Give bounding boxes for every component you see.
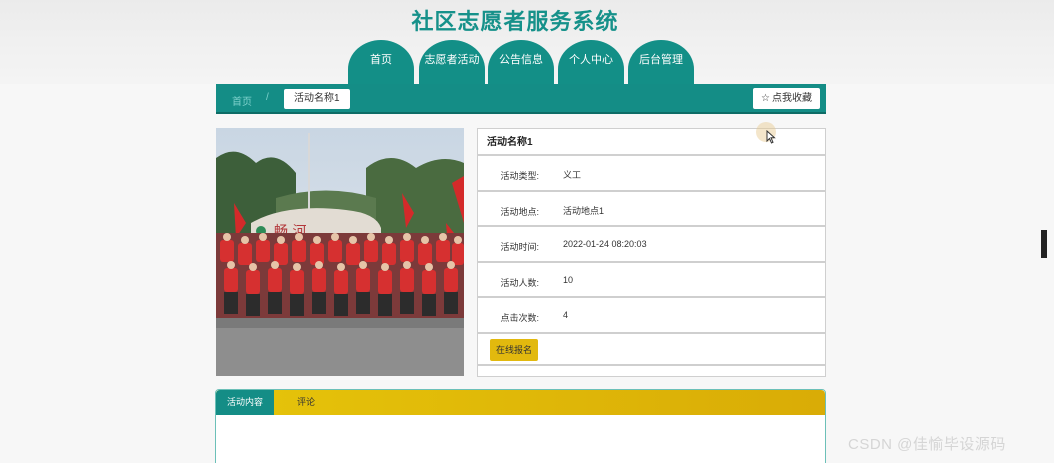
nav-item-announcements[interactable]: 公告信息 xyxy=(488,40,554,84)
favorite-button-label: 点我收藏 xyxy=(772,93,812,104)
breadcrumb-home-link[interactable]: 首页 xyxy=(232,93,252,108)
detail-label: 活动类型: xyxy=(500,171,539,181)
signup-row: 在线报名 xyxy=(478,334,825,366)
detail-row-location: 活动地点: 活动地点1 xyxy=(478,192,825,227)
main-nav: 首页 志愿者活动 公告信息 个人中心 后台管理 xyxy=(0,40,1054,84)
detail-value: 活动地点1 xyxy=(563,205,605,216)
favorite-button[interactable]: ☆ 点我收藏 xyxy=(753,88,820,109)
volunteer-group-photo: 畅 河 xyxy=(216,128,464,376)
detail-label: 活动时间: xyxy=(500,242,539,252)
breadcrumb-separator: / xyxy=(266,92,269,103)
watermark-text: CSDN @佳愉毕设源码 xyxy=(848,436,1006,453)
detail-value: 义工 xyxy=(563,170,582,180)
detail-label: 点击次数: xyxy=(500,313,539,323)
detail-row-time: 活动时间: 2022-01-24 08:20:03 xyxy=(478,227,825,263)
scrollbar-thumb[interactable] xyxy=(1041,230,1047,258)
site-header: 社区志愿者服务系统 首页 志愿者活动 公告信息 个人中心 后台管理 xyxy=(0,0,1054,84)
detail-row-headcount: 活动人数: 10 xyxy=(478,263,825,298)
tab-strip: 活动内容 评论 xyxy=(216,390,825,415)
nav-item-activities[interactable]: 志愿者活动 xyxy=(419,40,485,84)
activity-detail-table: 活动名称1 活动类型: 义工 活动地点: 活动地点1 活动时间: 2022-01… xyxy=(477,128,826,377)
detail-label: 活动人数: xyxy=(500,277,539,288)
tab-comments[interactable]: 评论 xyxy=(296,390,316,415)
site-title: 社区志愿者服务系统 xyxy=(411,9,619,34)
star-outline-icon: ☆ xyxy=(761,93,770,104)
detail-value: 2022-01-24 08:20:03 xyxy=(563,239,647,249)
detail-row-clicks: 点击次数: 4 xyxy=(478,298,825,334)
detail-value: 4 xyxy=(563,310,569,320)
online-signup-button[interactable]: 在线报名 xyxy=(490,338,539,361)
detail-value: 10 xyxy=(563,274,574,285)
activity-photo: 畅 河 xyxy=(216,128,464,376)
activity-tabs: 活动内容 评论 xyxy=(215,389,826,463)
detail-row-type: 活动类型: 义工 xyxy=(478,156,825,192)
nav-item-home[interactable]: 首页 xyxy=(348,40,414,84)
breadcrumb-current[interactable]: 活动名称1 xyxy=(284,89,350,109)
breadcrumb-bar: 首页 / 活动名称1 ☆ 点我收藏 xyxy=(216,84,826,114)
nav-item-personal-center[interactable]: 个人中心 xyxy=(558,40,624,84)
nav-item-admin[interactable]: 后台管理 xyxy=(628,40,694,84)
mouse-cursor-icon xyxy=(766,130,776,144)
tab-activity-content[interactable]: 活动内容 xyxy=(216,390,274,415)
detail-label: 活动地点: xyxy=(500,206,539,217)
